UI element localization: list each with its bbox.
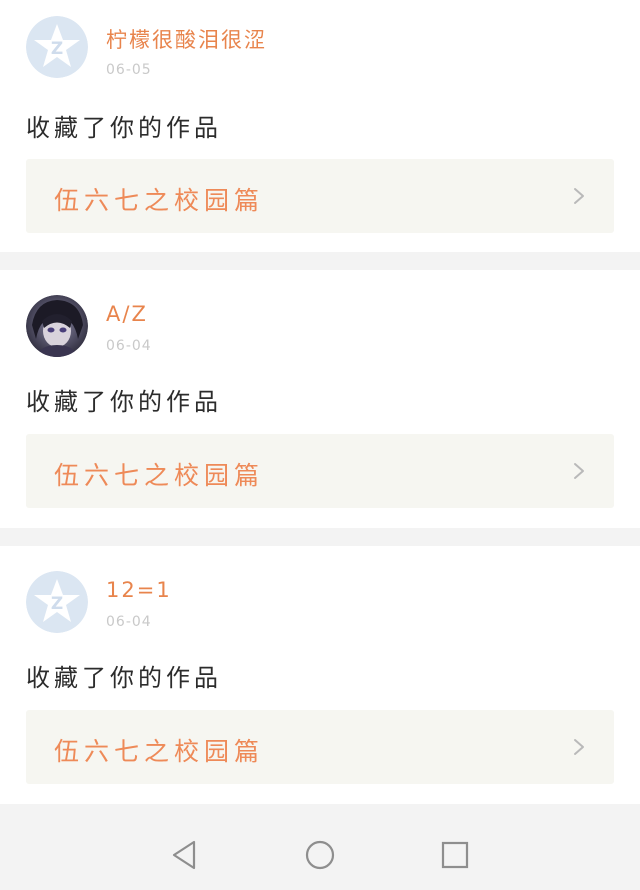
username[interactable]: 柠檬很酸泪很涩 bbox=[106, 24, 267, 54]
square-recents-icon[interactable] bbox=[438, 838, 472, 872]
work-title: 伍六七之校园篇 bbox=[54, 737, 265, 766]
default-qq-star-icon: Z bbox=[26, 571, 88, 633]
chevron-right-icon bbox=[574, 463, 584, 479]
activity-text: 收藏了你的作品 bbox=[26, 664, 222, 692]
chevron-right-icon bbox=[574, 188, 584, 204]
circle-home-icon[interactable] bbox=[303, 838, 337, 872]
work-link[interactable]: 伍六七之校园篇 bbox=[26, 434, 614, 508]
timestamp: 06-04 bbox=[106, 338, 152, 354]
svg-text:Z: Z bbox=[51, 39, 63, 59]
username[interactable]: A/Z bbox=[106, 302, 148, 326]
screen: Z 柠檬很酸泪很涩 06-05 收藏了你的作品 伍六七之校园篇 A/Z 06-0… bbox=[0, 0, 640, 890]
default-qq-star-icon: Z bbox=[26, 16, 88, 78]
work-link[interactable]: 伍六七之校园篇 bbox=[26, 159, 614, 233]
work-link[interactable]: 伍六七之校园篇 bbox=[26, 710, 614, 784]
chevron-right-icon bbox=[574, 739, 584, 755]
username[interactable]: 12=1 bbox=[106, 578, 172, 602]
work-title: 伍六七之校园篇 bbox=[54, 186, 265, 215]
avatar[interactable]: Z bbox=[26, 571, 88, 633]
system-navigation-bar bbox=[0, 820, 640, 890]
feed-item: A/Z 06-04 收藏了你的作品 伍六七之校园篇 bbox=[0, 270, 640, 528]
avatar[interactable] bbox=[26, 295, 88, 357]
activity-text: 收藏了你的作品 bbox=[26, 388, 222, 416]
feed-item: Z 12=1 06-04 收藏了你的作品 伍六七之校园篇 bbox=[0, 546, 640, 804]
feed-item: Z 柠檬很酸泪很涩 06-05 收藏了你的作品 伍六七之校园篇 bbox=[0, 0, 640, 252]
triangle-back-icon[interactable] bbox=[168, 838, 202, 872]
timestamp: 06-04 bbox=[106, 614, 152, 630]
avatar[interactable]: Z bbox=[26, 16, 88, 78]
timestamp: 06-05 bbox=[106, 62, 152, 78]
activity-text: 收藏了你的作品 bbox=[26, 114, 222, 142]
anime-character-avatar bbox=[26, 295, 88, 357]
work-title: 伍六七之校园篇 bbox=[54, 461, 265, 490]
svg-text:Z: Z bbox=[51, 594, 63, 614]
